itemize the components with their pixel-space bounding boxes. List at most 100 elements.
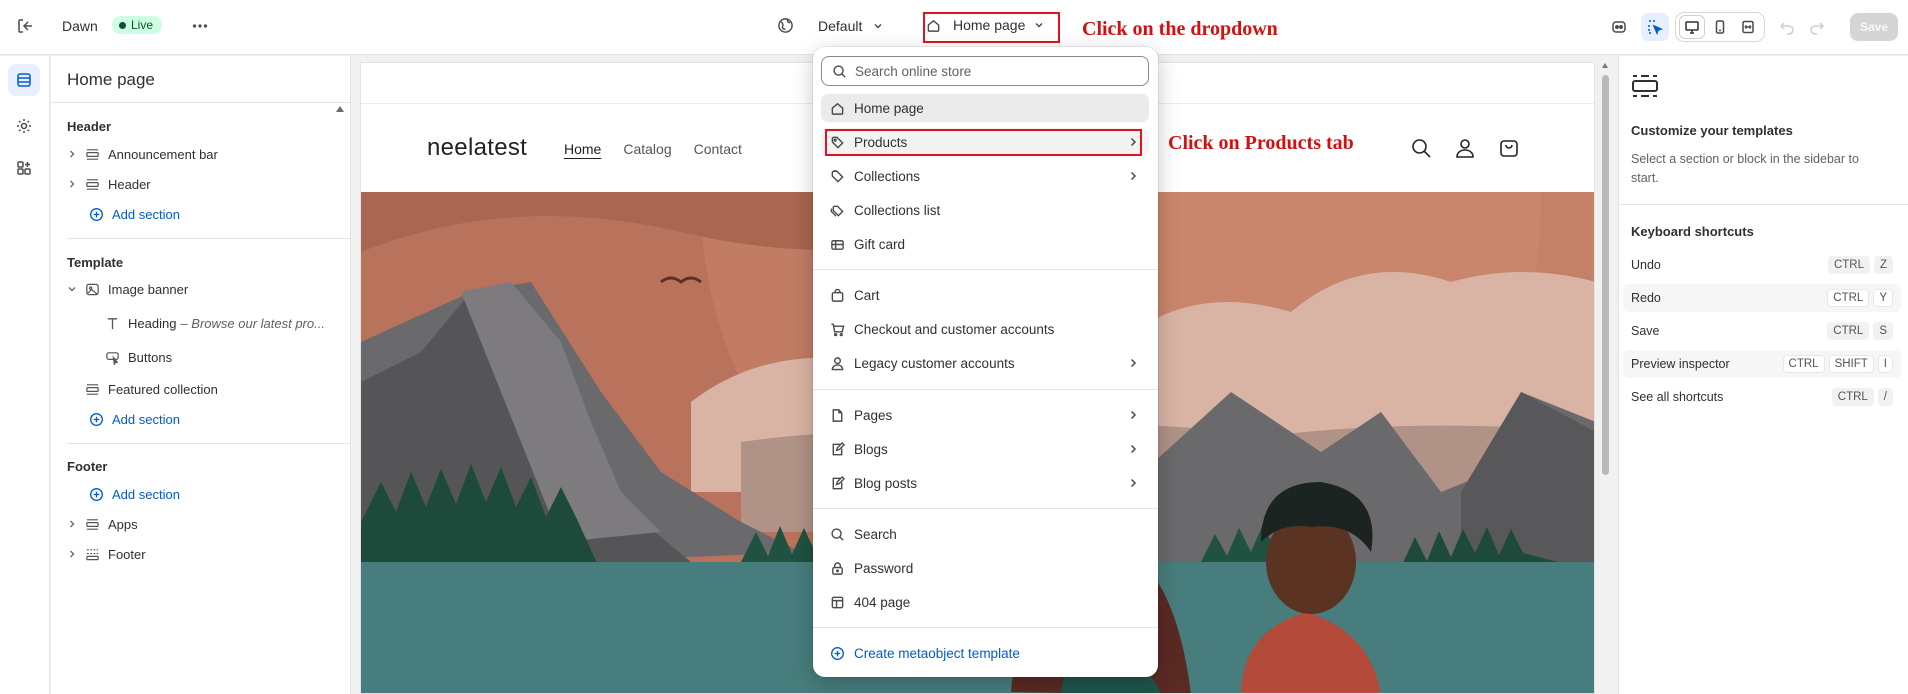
sections-icon[interactable] xyxy=(8,64,40,96)
divider xyxy=(1619,204,1908,205)
key: I xyxy=(1877,355,1893,373)
left-rail xyxy=(0,56,50,694)
account-icon[interactable] xyxy=(1453,136,1477,160)
search-icon xyxy=(832,64,847,79)
desktop-icon[interactable] xyxy=(1679,15,1705,39)
sidebar-item-announcement-bar[interactable]: Announcement bar xyxy=(59,141,342,167)
menu-item-blogs[interactable]: Blogs xyxy=(821,435,1149,463)
store-nav: Home Catalog Contact xyxy=(564,141,742,157)
header-group-heading: Header xyxy=(67,119,112,134)
chevron-right-icon[interactable] xyxy=(65,549,79,559)
scroll-up-arrow-icon[interactable] xyxy=(1602,63,1608,68)
plus-circle-icon xyxy=(829,646,845,661)
home-icon xyxy=(829,101,845,116)
template-select-label: Default xyxy=(818,17,863,34)
theme-name: Dawn xyxy=(62,18,98,34)
chevron-down-icon[interactable] xyxy=(65,284,79,294)
store-logo[interactable]: neelatest xyxy=(427,134,527,162)
nav-contact-link[interactable]: Contact xyxy=(694,141,742,157)
image-icon xyxy=(83,282,101,297)
add-section-header-button[interactable]: Add section xyxy=(59,201,342,227)
menu-item-checkout[interactable]: Checkout and customer accounts xyxy=(821,315,1149,343)
menu-item-password[interactable]: Password xyxy=(821,554,1149,582)
sidebar-item-label: Featured collection xyxy=(108,381,218,397)
exit-icon[interactable] xyxy=(16,17,34,35)
theme-settings-gear-icon[interactable] xyxy=(8,110,40,142)
sidebar-item-buttons-block[interactable]: Buttons xyxy=(59,344,342,370)
app-embeds-icon[interactable] xyxy=(1605,13,1633,41)
sidebar-item-label: Buttons xyxy=(128,349,173,365)
sidebar-item-featured-collection[interactable]: Featured collection xyxy=(59,376,342,402)
redo-icon[interactable] xyxy=(1809,19,1825,35)
menu-item-gift-card[interactable]: Gift card xyxy=(821,230,1149,258)
chevron-right-icon[interactable] xyxy=(65,519,79,529)
chevron-right-icon[interactable] xyxy=(65,179,79,189)
shortcut-row-redo: Redo CTRL Y xyxy=(1623,284,1901,312)
blog-icon xyxy=(829,441,845,457)
key: CTRL xyxy=(1827,322,1870,340)
sidebar-title: Home page xyxy=(67,70,155,89)
cart-icon[interactable] xyxy=(1497,136,1521,160)
live-badge-label: Live xyxy=(131,18,154,32)
search-icon xyxy=(829,527,845,542)
shortcut-row-see-all[interactable]: See all shortcuts CTRL / xyxy=(1623,383,1901,411)
menu-item-label: Create metaobject template xyxy=(854,645,1020,661)
menu-search-input[interactable] xyxy=(855,63,1125,79)
shortcut-label: Redo xyxy=(1631,291,1661,305)
menu-item-pages[interactable]: Pages xyxy=(821,401,1149,429)
inspector-icon[interactable] xyxy=(1641,13,1669,41)
chevron-right-icon[interactable] xyxy=(65,149,79,159)
key: CTRL xyxy=(1827,289,1870,307)
menu-item-label: Cart xyxy=(854,287,880,303)
mobile-icon[interactable] xyxy=(1707,15,1733,39)
menu-search-box xyxy=(821,56,1149,86)
bag-icon xyxy=(829,288,845,303)
heading-block-label: Heading xyxy=(128,315,177,331)
globe-icon xyxy=(777,17,794,34)
footer-group-heading: Footer xyxy=(67,459,108,474)
menu-item-collections-list[interactable]: Collections list xyxy=(821,196,1149,224)
preview-scrollbar[interactable] xyxy=(1599,62,1611,694)
key: Z xyxy=(1873,256,1893,274)
annotation-products: Click on Products tab xyxy=(1168,132,1354,154)
menu-item-legacy-accounts[interactable]: Legacy customer accounts xyxy=(821,349,1149,377)
undo-icon[interactable] xyxy=(1779,19,1795,35)
sidebar-item-heading-block[interactable]: Heading – Browse our latest pro... xyxy=(59,310,342,336)
shortcut-row-save: Save CTRL S xyxy=(1623,317,1901,345)
sidebar-item-footer[interactable]: Footer xyxy=(59,541,342,567)
scroll-up-arrow-icon[interactable] xyxy=(336,106,344,112)
shortcut-label: Preview inspector xyxy=(1631,357,1730,371)
template-select[interactable]: Default xyxy=(777,17,884,34)
add-section-template-button[interactable]: Add section xyxy=(59,406,342,432)
menu-item-label: Home page xyxy=(854,100,924,116)
sidebar-item-apps[interactable]: Apps xyxy=(59,511,342,537)
key: CTRL xyxy=(1782,355,1825,373)
more-actions-icon[interactable] xyxy=(191,17,209,35)
search-icon[interactable] xyxy=(1409,136,1433,160)
nav-home-link[interactable]: Home xyxy=(564,141,601,157)
full-width-icon[interactable] xyxy=(1735,15,1761,39)
menu-item-blog-posts[interactable]: Blog posts xyxy=(821,469,1149,497)
menu-item-search[interactable]: Search xyxy=(821,520,1149,548)
shortcut-row-undo: Undo CTRL Z xyxy=(1623,251,1901,279)
menu-item-label: Pages xyxy=(854,407,893,423)
collections-list-icon xyxy=(829,203,845,218)
menu-item-collections[interactable]: Collections xyxy=(821,162,1149,190)
menu-item-home-page[interactable]: Home page xyxy=(821,94,1149,122)
divider xyxy=(67,238,351,239)
menu-item-label: Password xyxy=(854,560,914,576)
dropdown-highlight-box xyxy=(923,12,1060,43)
add-section-footer-button[interactable]: Add section xyxy=(59,481,342,507)
scrollbar-thumb[interactable] xyxy=(1602,75,1609,475)
sidebar-item-header[interactable]: Header xyxy=(59,171,342,197)
apps-icon[interactable] xyxy=(8,152,40,184)
shortcut-row-preview-inspector: Preview inspector CTRL SHIFT I xyxy=(1623,350,1901,378)
gift-card-icon xyxy=(829,237,845,252)
nav-catalog-link[interactable]: Catalog xyxy=(623,141,671,157)
lock-icon xyxy=(829,561,845,576)
sidebar-item-image-banner[interactable]: Image banner xyxy=(59,276,342,302)
create-metaobject-template-button[interactable]: Create metaobject template xyxy=(821,639,1149,667)
menu-item-404-page[interactable]: 404 page xyxy=(821,588,1149,616)
save-button[interactable]: Save xyxy=(1850,13,1898,41)
menu-item-cart[interactable]: Cart xyxy=(821,281,1149,309)
